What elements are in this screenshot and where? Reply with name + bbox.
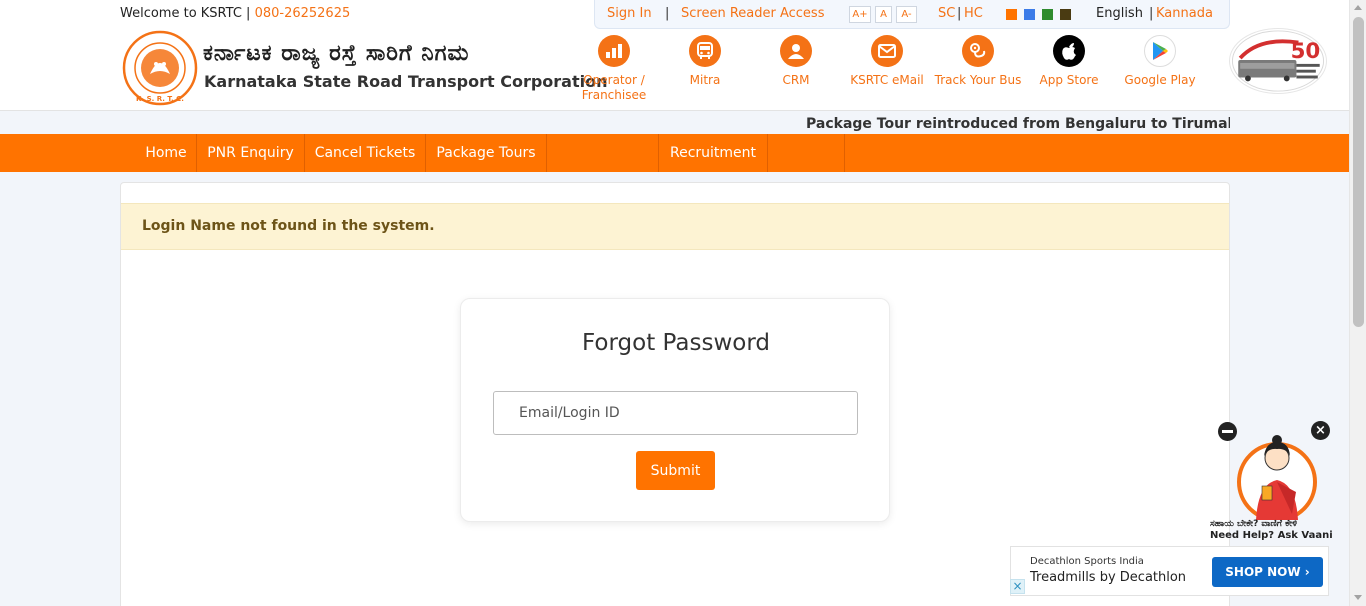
crm-link[interactable]: CRM <box>751 35 841 88</box>
ad-advertiser: Decathlon Sports India <box>1030 556 1144 567</box>
page-scrollbar[interactable] <box>1349 0 1366 606</box>
minimize-icon[interactable] <box>1218 422 1237 441</box>
theme-brown-swatch[interactable] <box>1060 9 1071 20</box>
operator-franchisee-label: Operator / Franchisee <box>581 73 647 102</box>
scroll-up-arrow-icon[interactable] <box>1354 5 1362 10</box>
utility-bar: Sign In | Screen Reader Access A+ A A- S… <box>594 0 1230 29</box>
operator-franchisee-link[interactable]: Operator / Franchisee <box>569 35 659 103</box>
nav-home[interactable]: Home <box>136 134 197 172</box>
mitra-label: Mitra <box>689 73 721 87</box>
utility-separator: | <box>665 6 670 21</box>
forgot-password-card: Forgot Password Submit <box>460 298 890 522</box>
submit-button[interactable]: Submit <box>636 451 715 490</box>
ad-close-icon[interactable]: × <box>1010 579 1025 594</box>
forgot-password-title: Forgot Password <box>582 330 770 356</box>
app-store-link[interactable]: App Store <box>1024 35 1114 88</box>
hc-link[interactable]: HC <box>964 6 983 21</box>
bus-icon <box>689 35 721 67</box>
theme-green-swatch[interactable] <box>1042 9 1053 20</box>
nav-pnr-enquiry[interactable]: PNR Enquiry <box>197 134 305 172</box>
nav-empty-item[interactable] <box>547 134 659 172</box>
vaani-avatar[interactable] <box>1236 432 1318 520</box>
vaani-assistant[interactable]: × ಸಹಾಯ ಬೇಕೇ? ವಾಣಿಗೆ ಕೇಳಿ Need Help? Ask … <box>1208 420 1333 544</box>
main-nav: Home PNR Enquiry Cancel Tickets Package … <box>0 134 1349 172</box>
theme-blue-swatch[interactable] <box>1024 9 1035 20</box>
nav-recruitment[interactable]: Recruitment <box>659 134 768 172</box>
scroll-down-arrow-icon[interactable] <box>1354 595 1362 600</box>
google-play-label: Google Play <box>1124 73 1196 87</box>
font-normal-button[interactable]: A <box>875 6 892 23</box>
sign-in-link[interactable]: Sign In <box>607 6 652 21</box>
news-ticker[interactable]: Package Tour reintroduced from Bengaluru… <box>806 116 1230 132</box>
welcome-text: Welcome to KSRTC | 080-26252625 <box>120 6 350 21</box>
brand-english: Karnataka State Road Transport Corporati… <box>204 72 608 91</box>
user-icon <box>780 35 812 67</box>
crm-label: CRM <box>782 73 810 87</box>
ksrtc-email-link[interactable]: KSRTC eMail <box>842 35 932 88</box>
track-your-bus-label: Track Your Bus <box>934 73 1022 87</box>
logo-letters: K. S. R. T. C. <box>136 95 184 103</box>
location-route-icon <box>962 35 994 67</box>
kannada-language-link[interactable]: Kannada <box>1156 6 1213 21</box>
nav-cancel-tickets[interactable]: Cancel Tickets <box>305 134 426 172</box>
theme-orange-swatch[interactable] <box>1006 9 1017 20</box>
email-login-input[interactable] <box>493 391 858 435</box>
font-decrease-button[interactable]: A- <box>896 6 917 23</box>
screen-reader-link[interactable]: Screen Reader Access <box>681 6 824 21</box>
phone-link[interactable]: 080-26252625 <box>255 6 351 21</box>
font-increase-button[interactable]: A+ <box>849 6 871 23</box>
google-play-icon <box>1144 35 1176 67</box>
ad-headline[interactable]: Treadmills by Decathlon <box>1030 570 1186 585</box>
ksrtc-logo[interactable]: K. S. R. T. C. <box>122 30 198 106</box>
sc-link[interactable]: SC <box>938 6 955 21</box>
vaani-kannada-caption: ಸಹಾಯ ಬೇಕೇ? ವಾಣಿಗೆ ಕೇಳಿ <box>1210 519 1298 529</box>
content-card: Login Name not found in the system. Forg… <box>120 182 1230 606</box>
sc-hc-separator: | <box>957 6 962 21</box>
mitra-link[interactable]: Mitra <box>660 35 750 88</box>
apple-icon <box>1053 35 1085 67</box>
track-your-bus-link[interactable]: Track Your Bus <box>933 35 1023 88</box>
advertisement[interactable]: Decathlon Sports India Treadmills by Dec… <box>1010 546 1329 596</box>
welcome-label: Welcome to KSRTC | <box>120 6 251 21</box>
page: Welcome to KSRTC | 080-26252625 Sign In … <box>0 0 1349 606</box>
ksrtc-email-label: KSRTC eMail <box>850 73 924 87</box>
mail-icon <box>871 35 903 67</box>
shop-now-button[interactable]: SHOP NOW › <box>1212 557 1323 587</box>
operator-chart-icon <box>598 35 630 67</box>
error-alert: Login Name not found in the system. <box>121 203 1229 250</box>
google-play-link[interactable]: Google Play <box>1115 35 1205 88</box>
app-store-label: App Store <box>1039 73 1099 87</box>
nav-package-tours[interactable]: Package Tours <box>426 134 547 172</box>
vaani-english-caption: Need Help? Ask Vaani <box>1210 530 1333 541</box>
english-language-link[interactable]: English <box>1096 6 1143 21</box>
anniversary-badge: 50 <box>1229 28 1327 94</box>
brand-kannada: ಕರ್ನಾಟಕ ರಾಜ್ಯ ರಸ್ತೆ ಸಾರಿಗೆ ನಿಗಮ <box>203 41 470 66</box>
nav-empty-item-2[interactable] <box>768 134 845 172</box>
language-separator: | <box>1149 6 1154 21</box>
scrollbar-thumb[interactable] <box>1353 17 1364 327</box>
